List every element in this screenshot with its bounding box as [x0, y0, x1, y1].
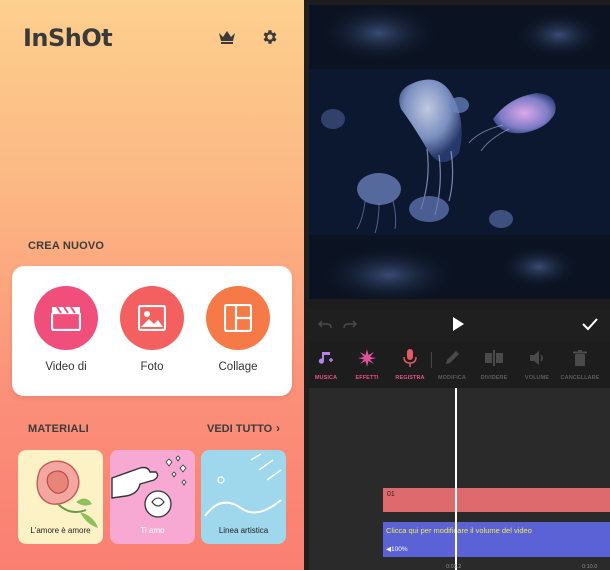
- new-video-button[interactable]: Video di: [26, 286, 106, 373]
- trash-icon: [573, 350, 587, 366]
- track-number: 01: [387, 491, 395, 498]
- microphone-icon: [403, 349, 417, 367]
- materials-section-title: MATERIALI: [28, 423, 89, 435]
- app-logo: InShOt: [23, 24, 113, 52]
- sparkle-icon: [358, 349, 376, 367]
- material-love-is-love[interactable]: L'amore è amore: [18, 450, 103, 544]
- see-all-link[interactable]: VEDI TUTTO: [207, 423, 272, 435]
- timeline[interactable]: 01 Clicca qui per modificare il volume d…: [309, 388, 610, 570]
- new-photo-label: Foto: [140, 361, 164, 373]
- music-note-icon: [318, 352, 333, 364]
- pencil-icon: [446, 351, 459, 364]
- tool-delete[interactable]: CANCELLARE: [555, 348, 605, 381]
- new-photo-button[interactable]: Foto: [112, 286, 192, 373]
- tool-label: CANCELLARE: [560, 375, 600, 381]
- new-collage-button[interactable]: Collage: [198, 286, 278, 373]
- audio-track[interactable]: Clicca qui per modificare il volume del …: [383, 522, 610, 557]
- undo-icon[interactable]: [318, 317, 332, 331]
- crown-icon[interactable]: [218, 29, 236, 45]
- material-label: L'amore è amore: [30, 526, 91, 535]
- material-ti-amo[interactable]: Ti amo: [110, 450, 195, 544]
- jellyfish-frame: [309, 69, 610, 235]
- collage-icon: [224, 304, 252, 332]
- volume-level: ◀100%: [386, 546, 408, 553]
- clapperboard-icon: [51, 306, 81, 331]
- new-collage-label: Collage: [218, 361, 258, 373]
- play-icon[interactable]: [451, 316, 465, 332]
- split-icon: [485, 350, 503, 366]
- video-track[interactable]: 01: [383, 488, 610, 512]
- image-icon: [138, 305, 166, 331]
- chevron-right-icon[interactable]: ›: [276, 421, 280, 435]
- home-screen: InShOt CREA NUOVO Video di Foto Collage …: [0, 0, 304, 570]
- material-label: Ti amo: [140, 526, 165, 535]
- material-label: Linea artistica: [218, 526, 269, 535]
- time-current: 0:03.2: [446, 564, 462, 570]
- create-section-title: CREA NUOVO: [28, 240, 105, 252]
- new-video-label: Video di: [45, 361, 87, 373]
- volume-icon: [530, 351, 543, 365]
- video-preview[interactable]: [309, 69, 610, 235]
- gear-icon[interactable]: [261, 28, 279, 46]
- material-line-art[interactable]: Linea artistica: [201, 450, 286, 544]
- playhead[interactable]: [455, 388, 457, 570]
- check-icon[interactable]: [581, 316, 599, 332]
- create-card: Video di Foto Collage: [12, 266, 292, 396]
- playback-controls: [309, 309, 610, 341]
- volume-hint: Clicca qui per modificare il volume del …: [386, 526, 532, 535]
- editor-screen: MUSICA EFFETTI REGISTRA MODIFICA DIVIDER…: [309, 0, 610, 570]
- time-end: 0:10.0: [582, 564, 598, 570]
- editor-toolbar: MUSICA EFFETTI REGISTRA MODIFICA DIVIDER…: [309, 344, 610, 386]
- redo-icon[interactable]: [343, 317, 357, 331]
